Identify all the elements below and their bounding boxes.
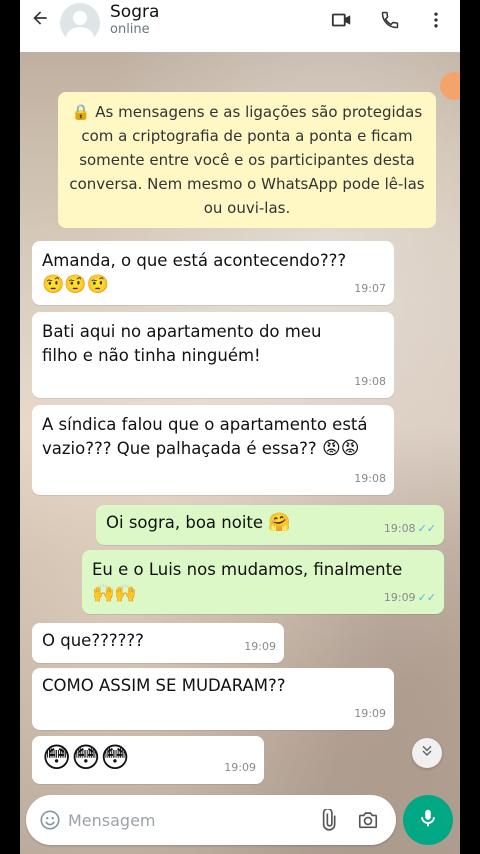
message-time: 19:08 <box>354 375 386 388</box>
message-bubble[interactable]: COMO ASSIM SE MUDARAM?? 19:09 <box>32 668 394 730</box>
emoji-icon[interactable] <box>38 808 62 832</box>
message-text: O que?????? <box>42 631 144 650</box>
message-time: 19:07 <box>354 282 386 295</box>
message-time: 19:09 <box>224 761 256 774</box>
message-bubble[interactable]: Bati aqui no apartamento do meu filho e … <box>32 312 394 398</box>
compose-bar <box>26 795 396 845</box>
message-time: 19:08 ✓✓ <box>383 522 436 535</box>
encryption-notice[interactable]: 🔒 As mensagens e as ligações são protegi… <box>58 92 436 228</box>
message-text: COMO ASSIM SE MUDARAM?? <box>42 676 286 695</box>
avatar[interactable] <box>60 3 100 43</box>
chat-screen: Sogra online 🔒 As mensagens e as ligaçõe… <box>20 0 460 854</box>
contact-name[interactable]: Sogra <box>110 2 159 22</box>
microphone-icon <box>417 807 439 833</box>
message-time: 19:08 <box>354 472 386 485</box>
message-text: Amanda, o que está acontecendo??? <box>42 251 347 270</box>
message-emoji: 😡😡 <box>321 438 360 459</box>
message-emoji: 😳😳😳 <box>42 741 130 774</box>
message-text: Bati aqui no apartamento do meu filho e … <box>42 322 322 365</box>
message-time: 19:09 <box>354 707 386 720</box>
message-bubble[interactable]: A síndica falou que o apartamento está v… <box>32 405 394 495</box>
read-receipt-icon: ✓✓ <box>417 591 436 604</box>
message-emoji: 🙌🙌 <box>92 583 137 604</box>
paperclip-icon[interactable] <box>316 808 340 832</box>
message-input[interactable] <box>68 807 308 833</box>
message-bubble-outgoing[interactable]: Oi sogra, boa noite 🤗 19:08 ✓✓ <box>96 505 444 545</box>
back-arrow-icon[interactable] <box>28 6 52 30</box>
video-call-icon[interactable] <box>330 8 354 32</box>
contact-status: online <box>110 22 150 37</box>
camera-icon[interactable] <box>356 808 380 832</box>
chevron-down-double-icon <box>419 743 435 763</box>
message-text: A síndica falou que o apartamento está v… <box>42 415 368 458</box>
message-text: Oi sogra, boa noite <box>106 513 264 532</box>
message-bubble-outgoing[interactable]: Eu e o Luis nos mudamos, finalmente 🙌🙌 1… <box>82 550 444 614</box>
more-vert-icon[interactable] <box>424 8 448 32</box>
message-emoji: 🤨🤨🤨 <box>42 274 110 295</box>
message-text: Eu e o Luis nos mudamos, finalmente <box>92 560 403 579</box>
message-bubble[interactable]: 😳😳😳 19:09 <box>32 736 264 784</box>
chat-header: Sogra online <box>20 0 460 52</box>
scroll-down-button[interactable] <box>412 738 442 768</box>
message-time: 19:09 <box>244 640 276 653</box>
message-emoji: 🤗 <box>268 512 291 533</box>
message-time: 19:09 ✓✓ <box>383 591 436 604</box>
phone-icon[interactable] <box>378 8 402 32</box>
read-receipt-icon: ✓✓ <box>417 522 436 535</box>
message-bubble[interactable]: Amanda, o que está acontecendo??? 🤨🤨🤨 19… <box>32 241 394 305</box>
message-bubble[interactable]: O que?????? 19:09 <box>32 623 284 663</box>
notification-dot <box>440 72 460 100</box>
microphone-button[interactable] <box>403 795 453 845</box>
